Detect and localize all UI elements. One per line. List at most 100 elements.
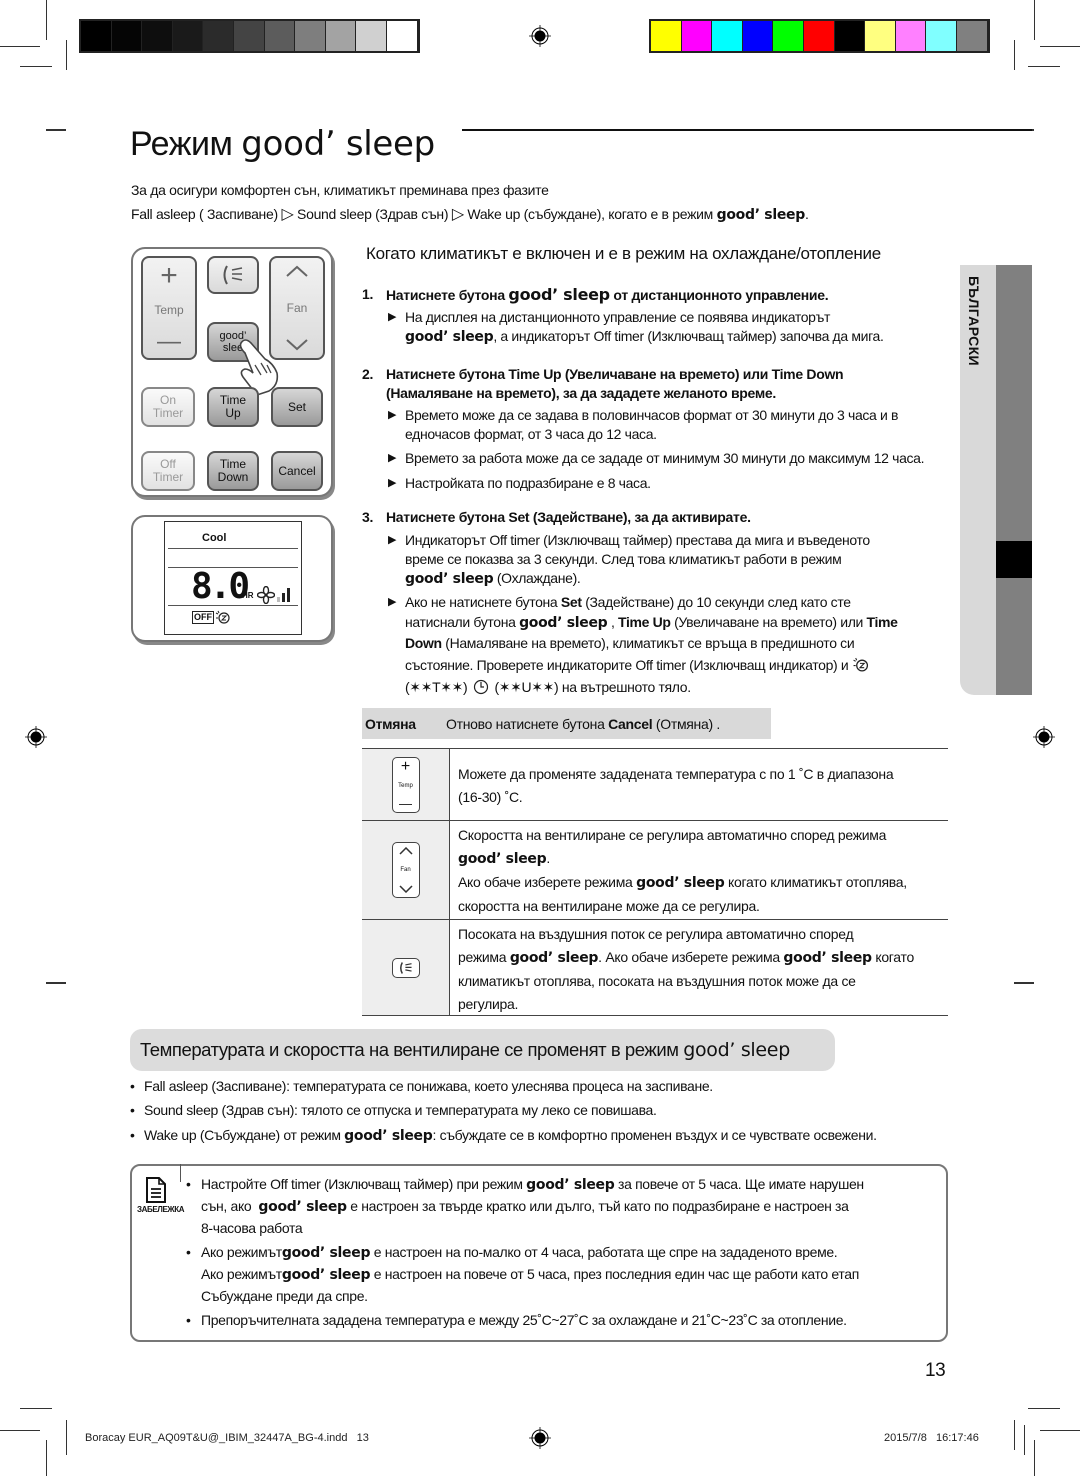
crop-mark	[1014, 982, 1034, 984]
chapter-marker	[996, 541, 1032, 578]
on-timer-button[interactable]: On Timer	[141, 387, 195, 427]
note-item: • Настройте Off timer (Изключващ таймер)…	[186, 1174, 864, 1239]
crop-mark	[1040, 46, 1080, 47]
arrow-right-icon: ▷	[451, 206, 464, 223]
good-sleep-indicator-icon	[853, 657, 868, 672]
brand-good-sleep: good’ sleep	[281, 1267, 371, 1283]
table-text-line: good’ sleep.	[458, 847, 948, 871]
fan-speed-bar-2	[282, 593, 285, 602]
table-icon-cell: Fan	[362, 821, 450, 919]
calibration-swatch	[264, 21, 296, 51]
brand-good-sleep: good’ sleep	[258, 1199, 347, 1215]
title-prefix: Режим	[130, 125, 233, 163]
table-text-line: режима good’ sleep. Ако обаче изберете р…	[458, 946, 948, 970]
table-text-line: Можете да променяте зададената температу…	[458, 766, 894, 782]
time-up-button[interactable]: Time Up	[207, 387, 259, 427]
step-text: Натиснете бутона Time Up (Увеличаване на…	[386, 366, 844, 382]
t: сън, ако	[201, 1198, 252, 1214]
footer-filename: Boracay EUR_AQ09T&U@_IBIM_32447A_BG-4.in…	[85, 1432, 369, 1444]
brand-good-sleep: good’ sleep	[509, 950, 599, 966]
fan-icon	[257, 586, 275, 604]
calibration-swatch	[681, 21, 713, 51]
t: .	[546, 850, 550, 866]
calibration-swatch	[356, 21, 387, 51]
t-bold: Down	[405, 635, 442, 651]
step-text: (Намаляване на времето), за да зададете …	[386, 385, 776, 401]
brand-good-sleep: good’ sleep	[783, 950, 872, 966]
note-text: Ако режимътgood’ sleep е настроен на пов…	[201, 1264, 859, 1286]
button-effects-table: + Temp — Можете да променяте зададената …	[362, 748, 948, 1016]
lcd-mode: Cool	[202, 532, 227, 544]
bullet: ▶ Индикаторът Off timer (Изключващ тайме…	[388, 531, 870, 589]
lcd-divider	[168, 548, 298, 549]
crop-mark	[20, 66, 52, 67]
remote-display-illustration: Cool 8.0 HR OFF	[131, 515, 333, 642]
bullet-text: натиснали бутона good’ sleep , Time Up (…	[405, 612, 898, 633]
table-row: Fan Скоростта на вентилиране се регулира…	[362, 820, 948, 919]
off-timer-button[interactable]: Off Timer	[141, 451, 195, 491]
t: Настройте Off timer (Изключващ таймер) п…	[201, 1176, 523, 1192]
set-button[interactable]: Set	[271, 387, 323, 427]
step-number: 2.	[362, 366, 374, 382]
table-text: Можете да променяте зададената температу…	[450, 749, 948, 820]
intro-line: За да осигури комфортен сън, климатикът …	[131, 182, 549, 198]
brand-good-sleep: good’ sleep	[508, 285, 610, 304]
remote-control-illustration: + Temp — Fan good’ slee On Timer Time Up S…	[131, 247, 333, 497]
set-label: Set	[287, 399, 306, 414]
footer-rule	[1024, 1425, 1025, 1455]
bullet-triangle-icon: ▶	[388, 452, 397, 464]
time-down-button[interactable]: Time Down	[207, 451, 259, 491]
calibration-swatch	[773, 21, 804, 51]
title-rule	[462, 129, 1032, 131]
bullet-text: (✶✶T✶✶) (✶✶U✶✶) на вътрешното тяло.	[405, 677, 898, 697]
phase-text: Wake up (Събуждане) от режим	[144, 1127, 341, 1143]
period: .	[804, 206, 809, 222]
note-text: сън, ако good’ sleep е настроен за твърд…	[201, 1196, 864, 1218]
phase-sound-sleep: Sound sleep (Здрав сън)	[297, 206, 449, 222]
chevron-up-icon	[398, 847, 413, 855]
phase-text: Sound sleep (Здрав сън): тялото се отпус…	[144, 1102, 657, 1118]
lcd-screen: Cool 8.0 HR OFF	[164, 521, 302, 635]
t-bold: Time	[866, 614, 898, 630]
t: режима	[458, 949, 507, 965]
fan-speed-bar-3	[287, 588, 290, 602]
fan-label: Fan	[286, 300, 308, 315]
bullet-dot: •	[130, 1102, 135, 1118]
crop-mark	[46, 129, 66, 131]
brand-good-sleep: good’ sleep	[281, 1245, 371, 1261]
temp-label: Temp	[398, 782, 413, 789]
off-timer-label-2: Timer	[152, 470, 184, 484]
cancel-button[interactable]: Cancel	[271, 451, 323, 491]
table-text-line: климатикът отоплява, посоката на въздушн…	[458, 973, 856, 989]
calibration-swatch	[956, 21, 988, 51]
note-item: • Препоръчителната зададена температура …	[186, 1310, 847, 1331]
section-band-heading: Температурата и скоростта на вентилиране…	[130, 1029, 835, 1071]
footer-timestamp: 2015/7/8 16:17:46	[884, 1432, 979, 1444]
calibration-swatch	[865, 21, 896, 51]
bullet-dot: •	[186, 1176, 191, 1192]
step-number: 1.	[362, 286, 374, 302]
table-text-line: (16-30) ˚C.	[458, 789, 523, 805]
good-sleep-indicator-icon	[215, 610, 230, 624]
step-1: 1. Натиснете бутона good’ sleep от диста…	[362, 285, 829, 305]
page-title: Режим good’ sleep	[130, 124, 435, 164]
bullet-text: едночасов формат, от 3 часа до 12 часа.	[405, 426, 657, 442]
note-label: ЗАБЕЛЕЖКА	[137, 1205, 185, 1214]
crop-mark	[46, 1440, 47, 1476]
step-text: Натиснете бутона Set (Задействане), за д…	[386, 509, 751, 525]
temp-button[interactable]: + Temp —	[141, 256, 197, 360]
page-number: 13	[925, 1360, 946, 1381]
fan-button-icon: Fan	[391, 842, 420, 898]
table-row: Посоката на въздушния поток се регулира …	[362, 919, 948, 1015]
crop-mark	[0, 46, 40, 47]
minus-icon: —	[399, 795, 412, 811]
bullet-text: Индикаторът Off timer (Изключващ таймер)…	[405, 532, 870, 548]
t: . Ако обаче изберете режима	[598, 949, 780, 965]
phase-item: • Fall asleep (Заспиване): температурата …	[130, 1078, 713, 1094]
temp-label: Temp	[154, 302, 184, 317]
airflow-button[interactable]	[207, 256, 259, 294]
brand-good-sleep: good’ sleep	[344, 1128, 433, 1144]
calibration-swatch	[386, 21, 418, 51]
step-text: от дистанционното управление.	[613, 287, 829, 303]
brand-good-sleep: good’ sleep	[636, 875, 725, 891]
